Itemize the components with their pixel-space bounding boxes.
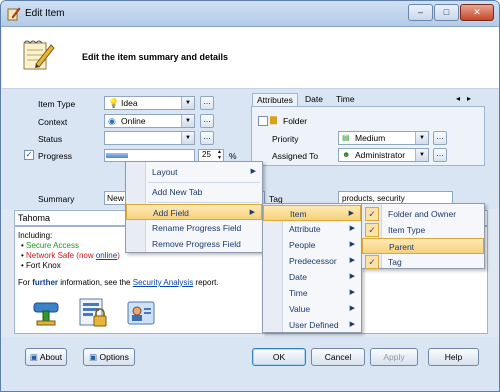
summary-input[interactable]: New [104,191,126,205]
item-type-more-button[interactable]: … [200,96,214,110]
maximize-button[interactable]: □ [434,4,459,21]
help-button[interactable]: Help [428,348,479,366]
menu-item-add-field[interactable]: Add Field ▶ [126,204,262,220]
menu-item-item-type[interactable]: Item Type [362,222,484,238]
font-name[interactable]: Tahoma [18,213,50,223]
spinner-icon[interactable]: ▲ ▼ [217,149,222,161]
priority-more-button[interactable]: … [433,131,447,145]
user-icon: ☻ [342,150,351,159]
menu-item-add-new-tab[interactable]: Add New Tab [126,184,262,200]
editor-further-line: For further information, see the Securit… [18,278,219,287]
tab-prev-icon[interactable]: ◂ [456,94,460,103]
title-bar: Edit Item – □ ✕ [1,1,499,27]
cancel-button[interactable]: Cancel [311,348,365,366]
progress-label: Progress [38,151,73,161]
globe-icon: ◉ [108,116,116,126]
notepad-pencil-icon [23,40,55,70]
id-card-icon [127,301,155,325]
item-submenu: Folder and Owner ✓ Item Type ✓ Parent Ta… [361,203,485,269]
minimize-button[interactable]: – [408,4,433,21]
editor-including: Including: [18,231,53,240]
status-more-button[interactable]: … [200,131,214,145]
options-icon: ▣ [89,352,100,362]
add-field-submenu: Item ▶ Attribute ▶ People ▶ Predecessor ▶ Da… [262,203,362,333]
lightbulb-icon: 💡 [108,98,120,108]
menu-item-predecessor[interactable]: Predecessor ▶ [263,253,361,269]
check-icon: ✓ [365,207,379,221]
context-menu: Layout ▶ Add New Tab Add Field ▶ Rename Pr… [125,161,263,253]
context-value: Online [121,116,146,126]
assigned-to-more-button[interactable]: … [433,148,447,162]
tab-time[interactable]: Time [332,93,359,107]
chevron-down-icon: ▼ [415,149,428,161]
priority-icon: ▤ [342,133,350,142]
progress-checkbox[interactable]: ✓ [24,150,34,160]
lock-document-icon [79,298,107,327]
menu-item-rename-progress-field[interactable]: Rename Progress Field [126,220,262,236]
assigned-to-value: Administrator [355,150,406,160]
check-icon: ✓ [365,223,379,237]
status-label: Status [38,134,63,144]
context-label: Context [38,117,68,127]
editor-bullet-1: • Secure Access [21,241,79,250]
folder-icon: ▆ [270,114,277,124]
apply-button[interactable]: Apply [370,348,418,366]
menu-item-value[interactable]: Value ▶ [263,301,361,317]
status-select[interactable]: ▼ [104,131,195,145]
menu-item-layout[interactable]: Layout ▶ [126,164,262,180]
tab-attributes[interactable]: Attributes [252,93,298,107]
priority-label: Priority [272,134,299,144]
close-button[interactable]: ✕ [460,4,494,21]
header-text: Edit the item summary and details [82,52,229,62]
chevron-down-icon: ▼ [181,115,194,127]
assigned-to-select[interactable]: ☻ Administrator ▼ [338,148,429,162]
options-button[interactable]: ▣ Options [83,348,135,366]
item-type-value: Idea [121,98,138,108]
context-select[interactable]: ◉ Online ▼ [104,114,195,128]
summary-label: Summary [38,194,75,204]
chevron-down-icon: ▼ [415,132,428,144]
check-icon: ✓ [365,255,379,269]
menu-item-parent[interactable]: Parent [362,238,484,254]
progress-fill [106,153,128,158]
priority-select[interactable]: ▤ Medium ▼ [338,131,429,145]
folder-label: Folder [283,116,308,126]
about-icon: ▣ [29,352,40,362]
network-icon [33,302,59,326]
about-button[interactable]: ▣ About [25,348,67,366]
editor-bullet-3: • Fort Knox [21,261,61,270]
priority-value: Medium [355,133,386,143]
window-title: Edit Item [25,8,65,19]
menu-item-date[interactable]: Date ▶ [263,269,361,285]
chevron-down-icon: ▼ [181,132,194,144]
chevron-down-icon: ▼ [181,97,194,109]
header-area: Edit the item summary and details [2,27,499,89]
context-more-button[interactable]: … [200,114,214,128]
menu-item-item[interactable]: Item ▶ [263,205,361,221]
progress-unit: % [229,151,237,161]
menu-item-time[interactable]: Time ▶ [263,285,361,301]
folder-checkbox[interactable] [258,116,268,126]
menu-item-folder-and-owner[interactable]: Folder and Owner [362,206,484,222]
item-type-label: Item Type [38,99,76,109]
ok-button[interactable]: OK [252,348,306,366]
app-icon [7,7,21,21]
security-analysis-link[interactable]: Security Analysis [133,278,193,287]
tab-date[interactable]: Date [301,93,327,107]
item-type-select[interactable]: 💡 Idea ▼ [104,96,195,110]
menu-item-user-defined[interactable]: User Defined ▶ [263,317,361,333]
menu-item-remove-progress-field[interactable]: Remove Progress Field [126,236,262,252]
tab-next-icon[interactable]: ▸ [467,94,471,103]
menu-item-tag[interactable]: Tag [362,254,484,270]
menu-item-people[interactable]: People ▶ [263,237,361,253]
edit-item-window: Edit Item – □ ✕ Edit the item summary an… [0,0,500,392]
assigned-to-label: Assigned To [272,151,319,161]
online-link[interactable]: online [96,251,117,260]
menu-item-attribute[interactable]: Attribute ▶ [263,221,361,237]
editor-bullet-2: • Network Safe (now online) [21,251,120,260]
button-bar [2,337,499,391]
